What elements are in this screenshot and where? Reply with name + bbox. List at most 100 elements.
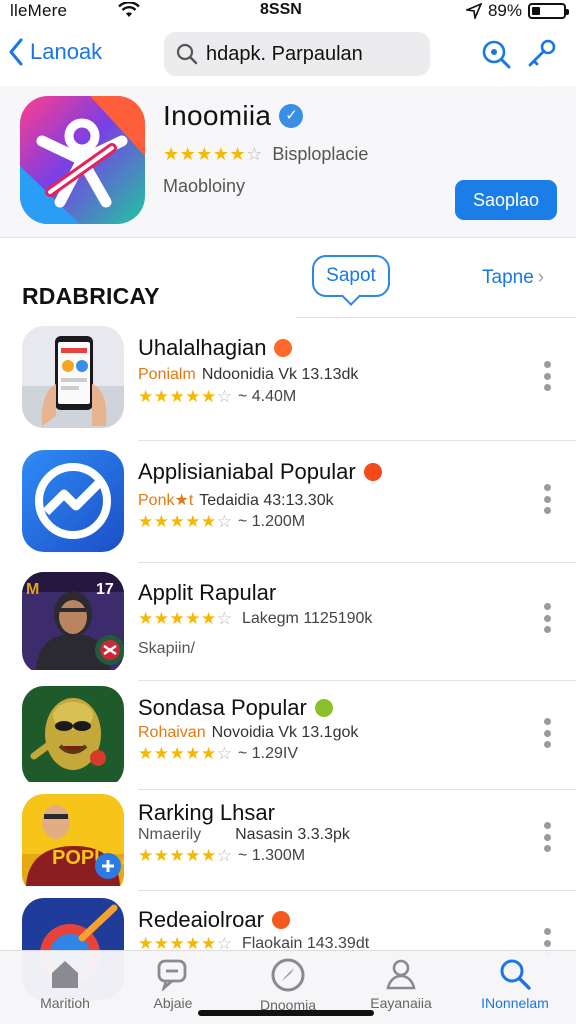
star-rating-icon: ★★★★★	[163, 144, 247, 164]
star-rating-icon: ★★★★★	[138, 744, 217, 763]
rating-count: 1.300M	[251, 847, 306, 864]
home-icon	[52, 961, 78, 988]
see-all-link[interactable]: Tapne ›	[482, 267, 544, 289]
app-title-text: Applisianiabal Popular	[138, 459, 356, 484]
app-meta: Rohaivan Novoidia Vk 13.1gok	[138, 724, 358, 742]
app-rating: ★★★★★ ☆ Lakegm 1125190k	[138, 609, 373, 628]
tab-chat[interactable]: Abjaie	[118, 957, 228, 1011]
search-icon	[176, 43, 198, 65]
compass-icon	[271, 958, 305, 992]
section-title: RDABRICAY	[22, 283, 160, 309]
chat-icon	[157, 959, 187, 991]
app-title-text: Sondasa Popular	[138, 695, 307, 720]
app-meta-text: Tedaidia 43:13.30k	[199, 492, 334, 509]
get-button[interactable]: Saoplao	[455, 180, 557, 220]
person-icon	[386, 959, 416, 990]
search-icon[interactable]	[480, 38, 512, 70]
featured-app-developer: Maobloiny	[163, 176, 246, 196]
rating-label: Bisploplacie	[272, 144, 369, 164]
more-options-icon[interactable]	[541, 361, 553, 391]
tab-label: Abjaie	[153, 995, 193, 1011]
tooltip-bubble[interactable]: Sapot	[312, 255, 390, 297]
rating-count: 4.40M	[251, 388, 297, 405]
app-title-text: Uhalalhagian	[138, 335, 267, 360]
key-icon[interactable]	[526, 38, 558, 70]
app-title: Uhalalhagian	[138, 335, 293, 361]
app-meta: Ponk★t Tedaidia 43:13.30k	[138, 490, 334, 510]
badge-icon	[271, 911, 290, 929]
featured-app-icon[interactable]	[20, 96, 145, 224]
divider	[138, 440, 576, 441]
featured-app-rating: ★★★★★ ☆ Bisploplacie	[163, 144, 369, 164]
clock: 8SSN	[260, 1, 302, 18]
divider	[296, 317, 576, 318]
tab-profile[interactable]: Eayanaiia	[346, 957, 456, 1011]
tab-label: INonnelam	[481, 995, 549, 1011]
home-indicator	[198, 1010, 374, 1016]
app-title: Sondasa Popular	[138, 695, 333, 721]
app-rating: ★★★★★ ☆ ~ 4.40M	[138, 387, 297, 406]
app-icon[interactable]	[22, 326, 124, 428]
chevron-left-icon	[9, 38, 23, 66]
app-title: Applit Rapular	[138, 580, 276, 606]
wifi-icon	[118, 2, 140, 17]
app-meta-text: Nasasin 3.3.3pk	[235, 826, 350, 843]
app-meta: Nmaerily Nasasin 3.3.3pk	[138, 826, 350, 844]
star-rating-icon: ★★★★★	[138, 512, 217, 531]
badge-icon	[314, 699, 333, 717]
app-rating: ★★★★★ ☆ ~ 1.300M	[138, 846, 306, 865]
featured-app-name: Inoomiia	[163, 100, 272, 131]
divider	[138, 680, 576, 681]
more-options-icon[interactable]	[541, 822, 553, 852]
chevron-right-icon: ›	[537, 267, 545, 288]
featured-app-header: Inoomiia ★★★★★☆ Bisploplacie Maobloiny S…	[0, 86, 576, 238]
app-category: Nmaerily	[138, 826, 202, 843]
rating-count: 1.200M	[251, 513, 306, 530]
location-arrow-icon	[465, 3, 482, 19]
tab-search[interactable]: INonnelam	[460, 957, 570, 1011]
app-title: Applisianiabal Popular	[138, 459, 382, 485]
app-icon[interactable]: POPULA	[22, 794, 124, 896]
app-title-text: Redeaiolroar	[138, 907, 264, 932]
app-title-text: Applit Rapular	[138, 580, 277, 605]
tab-explore[interactable]: Dnoomia	[233, 957, 343, 1013]
divider	[138, 890, 576, 891]
star-rating-icon: ★★★★★	[138, 846, 217, 865]
more-options-icon[interactable]	[541, 718, 553, 748]
app-subtitle: Skapiin/	[138, 640, 195, 657]
app-title: Redeaiolroar	[138, 907, 290, 933]
navigation-bar: Lanoak hdapk. Parpaulan	[0, 28, 576, 86]
more-options-icon[interactable]	[541, 603, 553, 633]
back-label: Lanoak	[30, 39, 103, 64]
more-options-icon[interactable]	[541, 484, 553, 514]
app-meta-text: Ndoonidia Vk 13.13dk	[201, 366, 359, 383]
svg-text:17: 17	[96, 581, 114, 598]
badge-icon	[274, 339, 293, 357]
featured-app-title: Inoomiia	[163, 100, 304, 132]
battery-percent: 89%	[487, 1, 522, 20]
back-button[interactable]: Lanoak	[8, 38, 102, 66]
divider	[138, 562, 576, 563]
verified-badge-icon	[279, 104, 304, 128]
svg-text:M: M	[26, 581, 39, 598]
badge-icon	[363, 463, 382, 481]
search-input[interactable]: hdapk. Parpaulan	[164, 32, 430, 76]
tab-home[interactable]: Maritioh	[10, 957, 120, 1011]
app-category: Ponialm	[138, 366, 196, 383]
app-category: Ponk★t	[138, 492, 194, 509]
app-meta-text: Novoidia Vk 13.1gok	[211, 724, 359, 741]
search-value: hdapk. Parpaulan	[206, 42, 363, 65]
divider	[138, 789, 576, 790]
status-bar: lleMere 8SSN 89%	[0, 0, 576, 24]
see-all-label: Tapne	[482, 267, 534, 288]
app-title: Rarking Lhsar	[138, 800, 275, 826]
app-rating: ★★★★★ ☆ ~ 1.29IV	[138, 744, 299, 763]
app-icon[interactable]	[22, 450, 124, 552]
app-category: Rohaivan	[138, 724, 206, 741]
battery-icon	[528, 3, 569, 19]
app-icon[interactable]: M 17	[22, 572, 124, 674]
search-icon	[500, 959, 531, 990]
app-icon[interactable]	[22, 686, 124, 788]
carrier-label: lleMere	[10, 1, 68, 20]
rating-count: 1.29IV	[251, 745, 299, 762]
